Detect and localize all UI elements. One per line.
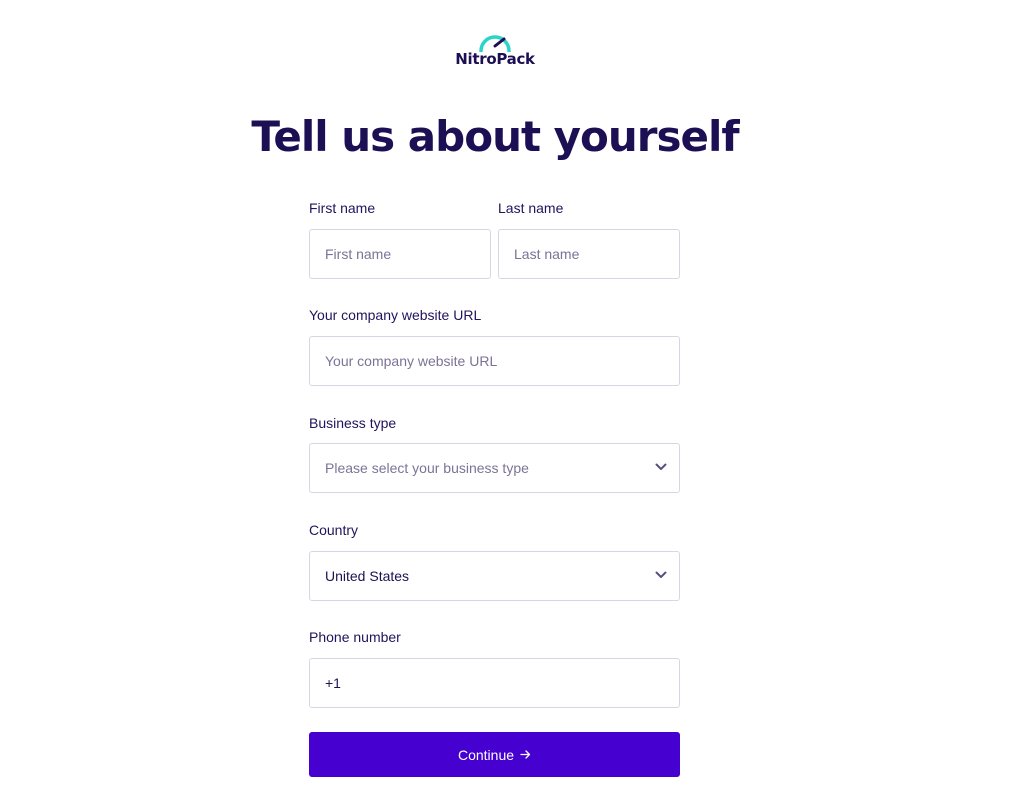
chevron-down-icon [655,571,667,578]
page-title: Tell us about yourself [251,112,739,161]
continue-button[interactable]: Continue [309,732,680,777]
last-name-input[interactable] [514,230,639,278]
phone-label: Phone number [309,629,401,645]
business-type-label: Business type [309,415,397,431]
first-name-input[interactable] [325,230,450,278]
phone-input[interactable] [325,659,639,707]
website-label: Your company website URL [309,307,482,323]
arrow-right-icon [520,750,531,759]
first-name-field[interactable] [309,229,491,279]
speedometer-logo-icon [479,35,511,52]
country-value: United States [325,568,410,584]
chevron-down-icon [655,463,667,470]
website-input[interactable] [325,337,639,385]
business-type-placeholder: Please select your business type [325,460,529,476]
last-name-field[interactable] [498,229,680,279]
country-select[interactable]: United States [309,551,680,601]
first-name-label: First name [309,200,376,216]
last-name-label: Last name [498,200,564,216]
continue-label: Continue [457,746,515,763]
phone-field[interactable] [309,658,680,708]
brand-name: NitroPack [455,50,535,68]
business-type-select[interactable]: Please select your business type [309,443,680,493]
country-label: Country [309,522,359,538]
website-field[interactable] [309,336,680,386]
nitropack-logo: NitroPack [450,32,540,68]
